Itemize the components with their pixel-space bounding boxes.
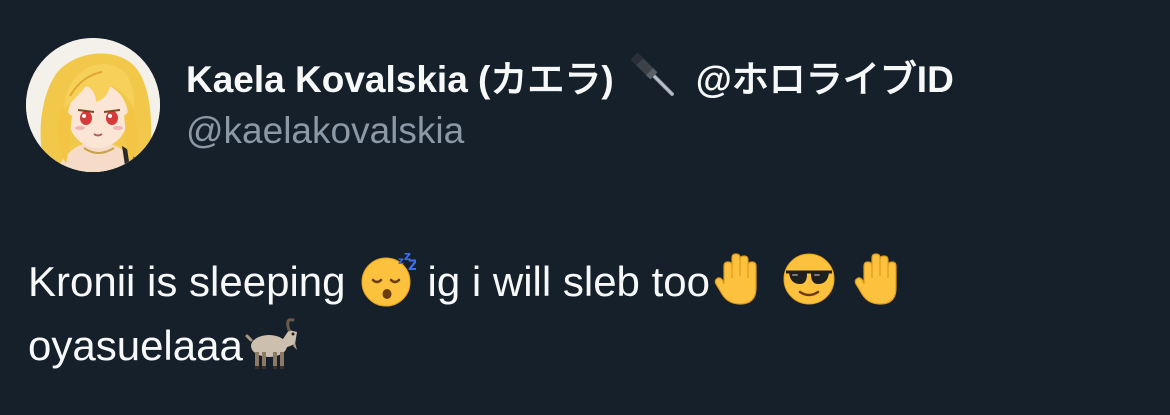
tweet-text-segment: ig i will sleb too — [427, 258, 710, 305]
tweet-line-1: Kronii is sleeping z z Z ig i will sleb … — [28, 250, 908, 314]
raised-hand-icon — [850, 250, 908, 308]
display-name-suffix: @ホロライブID — [695, 59, 954, 100]
sunglasses-face-icon — [780, 250, 838, 308]
display-name[interactable]: Kaela Kovalskia (カエラ) — [186, 49, 614, 103]
tweet-line-2: oyasuelaaa — [28, 314, 908, 378]
raised-hand-icon — [710, 250, 768, 308]
tweet-card: Kaela Kovalskia (カエラ) @ホロライブID @kaelakov… — [0, 0, 1170, 415]
author-name-row: Kaela Kovalskia (カエラ) @ホロライブID — [186, 52, 954, 100]
tweet-text-segment: Kronii is sleeping — [28, 258, 346, 305]
tweet-text: Kronii is sleeping z z Z ig i will sleb … — [28, 250, 908, 378]
svg-text:Z: Z — [408, 258, 416, 274]
avatar[interactable] — [26, 38, 160, 172]
hammer-icon — [628, 52, 678, 100]
username-handle[interactable]: @kaelakovalskia — [186, 110, 464, 152]
sleeping-face-icon: z z Z — [358, 250, 416, 308]
tweet-text-segment: oyasuelaaa — [28, 322, 243, 369]
goat-icon — [243, 314, 301, 372]
